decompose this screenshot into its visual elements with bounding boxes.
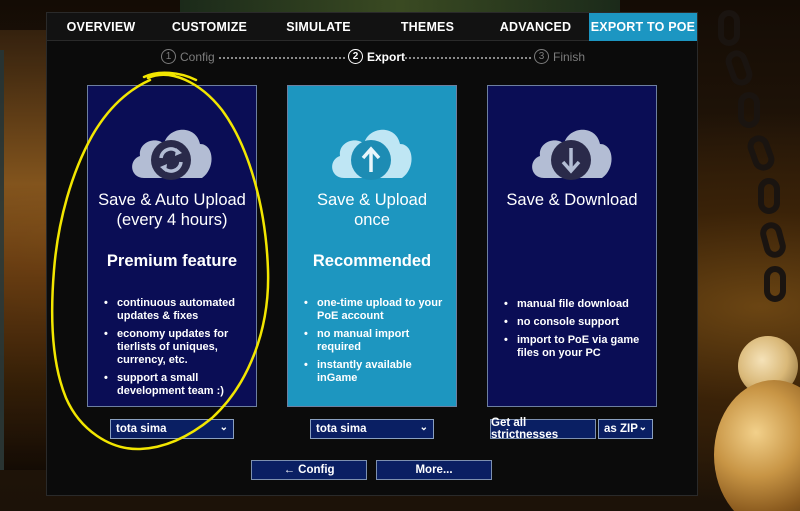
- step-label: Config: [180, 49, 215, 64]
- select-value: tota sima: [316, 423, 367, 435]
- step-number: 3: [534, 49, 549, 64]
- chevron-down-icon: ⌄: [219, 422, 228, 433]
- step-config[interactable]: 1 Config: [161, 49, 215, 64]
- step-label: Export: [367, 49, 406, 64]
- tab-advanced[interactable]: ADVANCED: [482, 13, 589, 41]
- step-indicator: 1 Config 2 Export 3 Finish: [47, 49, 697, 67]
- tab-customize[interactable]: CUSTOMIZE: [155, 13, 264, 41]
- select-value: tota sima: [116, 423, 167, 435]
- card-title-line: Save & Download: [506, 191, 638, 209]
- list-item: continuous automated updates & fixes: [104, 297, 250, 323]
- list-item: no manual import required: [304, 328, 450, 354]
- main-tabs: OVERVIEW CUSTOMIZE SIMULATE THEMES ADVAN…: [47, 13, 697, 41]
- card-title-line: Save & Auto Upload: [98, 191, 246, 209]
- get-all-strictnesses-button[interactable]: Get all strictnesses: [490, 417, 596, 441]
- tab-overview[interactable]: OVERVIEW: [47, 13, 155, 41]
- list-item: manual file download: [504, 298, 650, 311]
- background-art-right: [698, 0, 800, 511]
- chain-link: [738, 92, 760, 128]
- step-number: 2: [348, 49, 363, 64]
- step-label: Finish: [553, 49, 586, 64]
- list-item: import to PoE via game files on your PC: [504, 334, 650, 360]
- back-config-button[interactable]: ← Config: [251, 460, 367, 480]
- list-item: one-time upload to your PoE account: [304, 297, 450, 323]
- step-finish: 3 Finish: [534, 49, 585, 64]
- chain-link: [718, 10, 740, 46]
- more-button[interactable]: More...: [376, 460, 492, 480]
- tab-export-to-poe[interactable]: EXPORT TO POE: [589, 13, 697, 41]
- card-title: Save & Auto Upload (every 4 hours): [88, 190, 256, 230]
- option-card-upload-once[interactable]: Save & Upload once Recommended one-time …: [287, 85, 457, 407]
- list-item: instantly available inGame: [304, 359, 450, 385]
- feature-list: one-time upload to your PoE account no m…: [304, 297, 450, 390]
- chain-link: [722, 47, 756, 89]
- step-export: 2 Export: [348, 49, 405, 64]
- gold-orb: [714, 380, 800, 511]
- step-number: 1: [161, 49, 176, 64]
- chevron-down-icon: ⌄: [419, 422, 428, 433]
- background-art-left: [0, 30, 46, 470]
- option-card-download[interactable]: Save & Download manual file download no …: [487, 85, 657, 407]
- background-art-top: [180, 0, 620, 12]
- list-item: no console support: [504, 316, 650, 329]
- tab-themes[interactable]: THEMES: [373, 13, 482, 41]
- feature-list: continuous automated updates & fixes eco…: [104, 297, 250, 403]
- chain-link: [757, 219, 789, 261]
- option-card-auto-upload[interactable]: Save & Auto Upload (every 4 hours) Premi…: [87, 85, 257, 407]
- card-title-line: Save & Upload: [316, 191, 428, 209]
- upload-filter-select[interactable]: tota sima ⌄: [310, 419, 434, 439]
- chevron-down-icon: ⌄: [638, 422, 647, 433]
- download-format-select[interactable]: as ZIP ⌄: [598, 419, 653, 439]
- card-subtitle: Recommended: [312, 252, 432, 270]
- tab-simulate[interactable]: SIMULATE: [264, 13, 373, 41]
- cloud-icon: [526, 116, 616, 186]
- card-title-line: once: [354, 211, 390, 229]
- chain-link: [758, 178, 780, 214]
- chain-link: [764, 266, 786, 302]
- auto-upload-filter-select[interactable]: tota sima ⌄: [110, 419, 234, 439]
- list-item: support a small development team :): [104, 372, 250, 398]
- list-item: economy updates for tierlists of uniques…: [104, 328, 250, 367]
- step-connector: [405, 57, 531, 59]
- chain-link: [744, 132, 778, 174]
- step-connector: [219, 57, 345, 59]
- feature-list: manual file download no console support …: [504, 298, 650, 365]
- card-subtitle: Premium feature: [106, 252, 238, 270]
- select-value: as ZIP: [604, 423, 638, 435]
- export-panel: OVERVIEW CUSTOMIZE SIMULATE THEMES ADVAN…: [46, 12, 698, 496]
- cloud-icon: [326, 116, 416, 186]
- cloud-icon: [126, 116, 216, 186]
- card-title: Save & Download: [488, 190, 656, 210]
- card-title: Save & Upload once: [288, 190, 456, 230]
- card-title-line: (every 4 hours): [116, 211, 228, 229]
